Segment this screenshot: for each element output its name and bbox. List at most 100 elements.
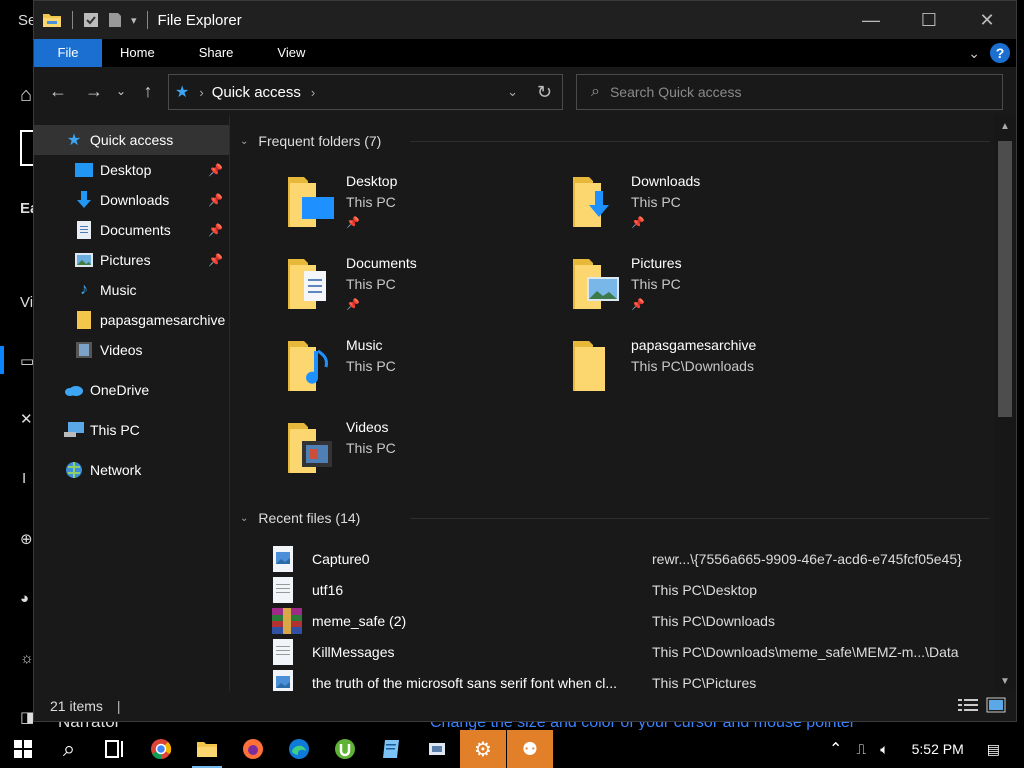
customize-dropdown-icon[interactable]: ▾ — [131, 14, 137, 27]
file-path: This PC\Pictures — [652, 674, 757, 691]
tab-file[interactable]: File — [34, 39, 102, 67]
breadcrumb[interactable]: Quick access — [212, 84, 301, 101]
scroll-down-icon[interactable]: ▼ — [994, 676, 1016, 687]
minimize-button[interactable]: — — [842, 1, 900, 39]
windows-logo-icon — [14, 740, 32, 758]
status-bar: 21 items | — [34, 691, 1016, 721]
collapse-caret-icon[interactable]: ⌄ — [240, 136, 248, 147]
file-explorer-window: ▾ File Explorer — ☐ ✕ File Home Share Vi… — [33, 0, 1017, 722]
taskbar-edge[interactable] — [276, 730, 322, 768]
search-box[interactable]: ⌕ — [576, 74, 1003, 110]
folder-tile-papasgamesarchive[interactable]: papasgamesarchive This PC\Downloads — [563, 335, 843, 407]
address-dropdown-icon[interactable]: ⌄ — [507, 84, 518, 100]
list-item[interactable]: meme_safe (2) This PC\Downloads — [272, 605, 992, 636]
recent-locations-icon[interactable]: ⌄ — [112, 73, 130, 109]
folder-location: This PC — [346, 358, 396, 374]
expand-ribbon-icon[interactable]: ⌄ — [968, 45, 980, 62]
close-button[interactable]: ✕ — [958, 1, 1016, 39]
content-pane: ⌄ Frequent folders (7) Desktop This PC 📌… — [232, 115, 994, 691]
new-folder-icon[interactable] — [107, 12, 123, 28]
tab-home[interactable]: Home — [102, 39, 177, 67]
forward-button[interactable]: → — [76, 73, 112, 109]
peek-search-box — [20, 130, 34, 166]
task-view-button[interactable] — [92, 730, 138, 768]
sidebar-item-music[interactable]: ♪ Music — [34, 275, 229, 305]
sidebar-item-desktop[interactable]: Desktop 📌 — [34, 155, 229, 185]
gear-icon: ⚙ — [474, 738, 492, 761]
scrollbar-thumb[interactable] — [998, 141, 1012, 417]
folder-tile-pictures[interactable]: Pictures This PC 📌 — [563, 253, 843, 325]
sidebar-item-this-pc[interactable]: This PC — [34, 415, 229, 445]
sidebar-item-onedrive[interactable]: OneDrive — [34, 375, 229, 405]
sidebar-item-quick-access[interactable]: ★ Quick access — [34, 125, 229, 155]
vertical-scrollbar[interactable]: ▲ ▼ — [994, 115, 1016, 691]
window-title: File Explorer — [157, 11, 242, 29]
refresh-icon[interactable]: ↻ — [537, 82, 552, 103]
separator: | — [116, 698, 121, 714]
sidebar-item-papasgamesarchive[interactable]: papasgamesarchive — [34, 305, 229, 335]
up-button[interactable]: ↑ — [130, 73, 166, 109]
tab-share[interactable]: Share — [177, 39, 256, 67]
sidebar-item-pictures[interactable]: Pictures 📌 — [34, 245, 229, 275]
app-icon — [429, 743, 445, 755]
address-bar[interactable]: ★ › Quick access › ⌄ ↻ — [168, 74, 563, 110]
back-button[interactable]: ← — [40, 73, 76, 109]
network-status-icon[interactable]: ⎍ — [856, 741, 866, 758]
system-tray: ⌃ ⎍ 🔈︎ 5:52 PM ▤ — [822, 730, 1024, 768]
chevron-right-icon[interactable]: › — [311, 85, 315, 100]
folder-tile-documents[interactable]: Documents This PC 📌 — [278, 253, 558, 325]
volume-icon[interactable]: 🔈︎ — [880, 741, 888, 758]
list-item[interactable]: Capture0 rewr...\{7556a665-9909-46e7-acd… — [272, 543, 992, 574]
folder-tile-videos[interactable]: Videos This PC — [278, 417, 558, 489]
large-icons-view-icon[interactable] — [986, 697, 1006, 713]
list-item[interactable]: utf16 This PC\Desktop — [272, 574, 992, 605]
chevron-up-icon[interactable]: ⌃ — [829, 739, 842, 759]
recent-files-header[interactable]: ⌄ Recent files (14) — [240, 506, 990, 530]
star-icon: ★ — [66, 132, 82, 149]
taskbar-notepad[interactable] — [368, 730, 414, 768]
frequent-folders-header[interactable]: ⌄ Frequent folders (7) — [240, 129, 990, 153]
documents-folder-icon — [284, 253, 338, 313]
taskbar-accessibility[interactable]: ⚉ — [507, 730, 553, 768]
tab-view[interactable]: View — [255, 39, 327, 67]
help-button[interactable]: ? — [990, 43, 1010, 63]
sidebar-item-network[interactable]: Network — [34, 455, 229, 485]
people-icon: ⚉ — [521, 738, 539, 759]
download-arrow-icon — [74, 191, 94, 209]
folder-tile-downloads[interactable]: Downloads This PC 📌 — [563, 171, 843, 243]
pin-icon: 📌 — [208, 193, 223, 207]
start-button[interactable] — [0, 730, 46, 768]
folder-tile-music[interactable]: Music This PC — [278, 335, 558, 407]
folder-tile-desktop[interactable]: Desktop This PC 📌 — [278, 171, 558, 243]
sidebar-item-videos[interactable]: Videos — [34, 335, 229, 365]
section-title: Recent files (14) — [258, 510, 361, 526]
clock[interactable]: 5:52 PM — [912, 741, 964, 757]
music-folder-icon — [284, 335, 338, 395]
scroll-up-icon[interactable]: ▲ — [994, 121, 1016, 132]
search-button[interactable]: ⌕ — [46, 730, 92, 768]
notifications-icon[interactable]: ▤ — [987, 741, 1000, 758]
sidebar-item-label: Desktop — [100, 162, 152, 178]
folder-name: Downloads — [631, 173, 701, 189]
collapse-caret-icon[interactable]: ⌄ — [240, 513, 248, 524]
search-icon: ⌕ — [62, 736, 76, 761]
image-file-icon — [272, 545, 298, 572]
sidebar-item-documents[interactable]: Documents 📌 — [34, 215, 229, 245]
details-view-icon[interactable] — [958, 697, 978, 713]
title-bar[interactable]: ▾ File Explorer — ☐ ✕ — [34, 1, 1016, 39]
taskbar-firefox[interactable] — [230, 730, 276, 768]
star-icon: ★ — [175, 84, 190, 101]
chevron-right-icon[interactable]: › — [199, 85, 203, 100]
taskbar-file-explorer[interactable] — [184, 730, 230, 768]
taskbar-utorrent[interactable] — [322, 730, 368, 768]
taskbar-chrome[interactable] — [138, 730, 184, 768]
taskbar-app[interactable] — [414, 730, 460, 768]
list-item[interactable]: KillMessages This PC\Downloads\meme_safe… — [272, 636, 992, 667]
list-item[interactable]: the truth of the microsoft sans serif fo… — [272, 667, 992, 691]
sidebar-item-downloads[interactable]: Downloads 📌 — [34, 185, 229, 215]
maximize-button[interactable]: ☐ — [900, 1, 958, 39]
search-input[interactable] — [609, 84, 970, 100]
taskbar-settings[interactable]: ⚙ — [460, 730, 506, 768]
properties-icon[interactable] — [83, 12, 99, 28]
divider — [410, 518, 990, 519]
